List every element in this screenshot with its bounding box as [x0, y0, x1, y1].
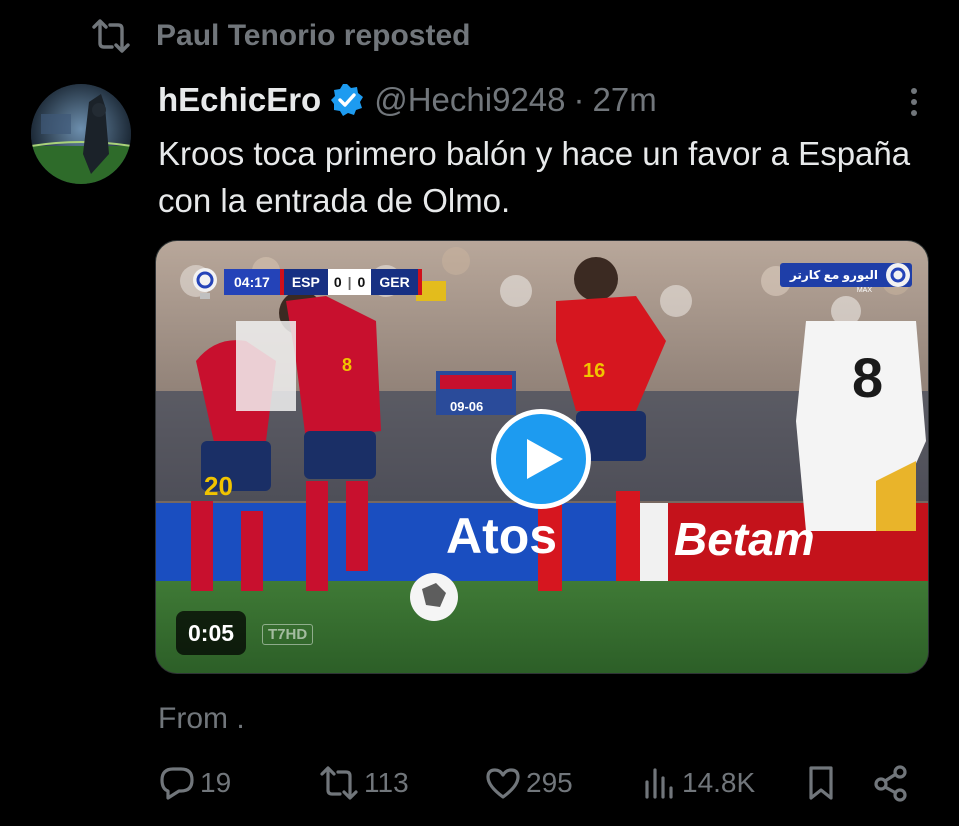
repost-icon: [92, 19, 130, 53]
avatar[interactable]: [31, 84, 131, 184]
repost-text: Paul Tenorio reposted: [156, 19, 471, 52]
from-attribution[interactable]: From .: [158, 702, 245, 736]
separator-dot: ·: [573, 81, 585, 118]
away-score: 0: [357, 274, 366, 290]
author-handle[interactable]: @Hechi9248: [374, 81, 565, 119]
reply-button[interactable]: 19: [158, 764, 231, 802]
score-separator: |: [347, 274, 352, 290]
like-button[interactable]: 295: [484, 764, 573, 802]
share-button[interactable]: [872, 764, 910, 802]
score: 0 | 0: [327, 269, 372, 295]
bookmark-icon: [809, 766, 833, 800]
play-icon: [527, 439, 563, 479]
repost-icon: [320, 766, 358, 800]
jersey-number-8a: 8: [342, 355, 352, 375]
scorebug: 04:17 ESP 0 | 0 GER: [190, 268, 422, 299]
heart-icon: [486, 768, 520, 799]
more-options-button[interactable]: [899, 84, 929, 120]
tweet-header: hEchicEro @Hechi9248 · 27m: [158, 76, 929, 124]
repost-context[interactable]: Paul Tenorio reposted: [90, 14, 471, 58]
views-button[interactable]: 14.8K: [640, 764, 755, 802]
ad-board-betam: Betam: [674, 513, 815, 565]
more-dot-icon: [911, 99, 917, 105]
more-dot-icon: [911, 88, 917, 94]
stand-sign-date: 09-06: [450, 399, 483, 414]
display-name[interactable]: hEchicEro: [158, 81, 321, 119]
video-duration: 0:05: [176, 611, 247, 655]
home-score: 0: [333, 274, 342, 290]
channel-sub: MAX: [856, 287, 872, 294]
reply-count: 19: [200, 767, 232, 798]
like-count: 295: [526, 767, 573, 798]
bookmark-button[interactable]: [802, 764, 840, 802]
timestamp[interactable]: 27m: [593, 81, 657, 119]
channel-logo-icon: [886, 263, 910, 287]
video-player[interactable]: Atos Betam 20 8 16 8 09-06 04:17 ESP 0 |…: [155, 240, 929, 674]
away-team: GER: [371, 269, 422, 295]
share-icon: [874, 765, 907, 802]
more-dot-icon: [911, 110, 917, 116]
home-team: ESP: [279, 269, 328, 295]
jersey-number-8b: 8: [852, 346, 883, 409]
reply-icon: [160, 767, 194, 800]
ad-board-atos: Atos: [446, 508, 557, 564]
repost-button[interactable]: 113: [318, 764, 409, 802]
jersey-number-20: 20: [204, 471, 233, 501]
tweet-text: Kroos toca primero balón y hace un favor…: [158, 135, 911, 219]
view-count: 14.8K: [682, 767, 756, 798]
jersey-number-16: 16: [583, 360, 605, 382]
video-watermark: T7HD: [262, 624, 314, 645]
play-button[interactable]: [491, 409, 591, 509]
verified-badge-icon: [331, 84, 364, 116]
action-bar: 19 113 295 14.8K: [158, 760, 918, 806]
euro-logo-icon: [193, 268, 217, 299]
repost-count: 113: [364, 767, 409, 798]
views-chart-icon: [645, 768, 673, 799]
match-clock: 04:17: [224, 269, 280, 295]
tweet-page: Paul Tenorio reposted hEchicEro @Hechi92…: [0, 0, 959, 826]
